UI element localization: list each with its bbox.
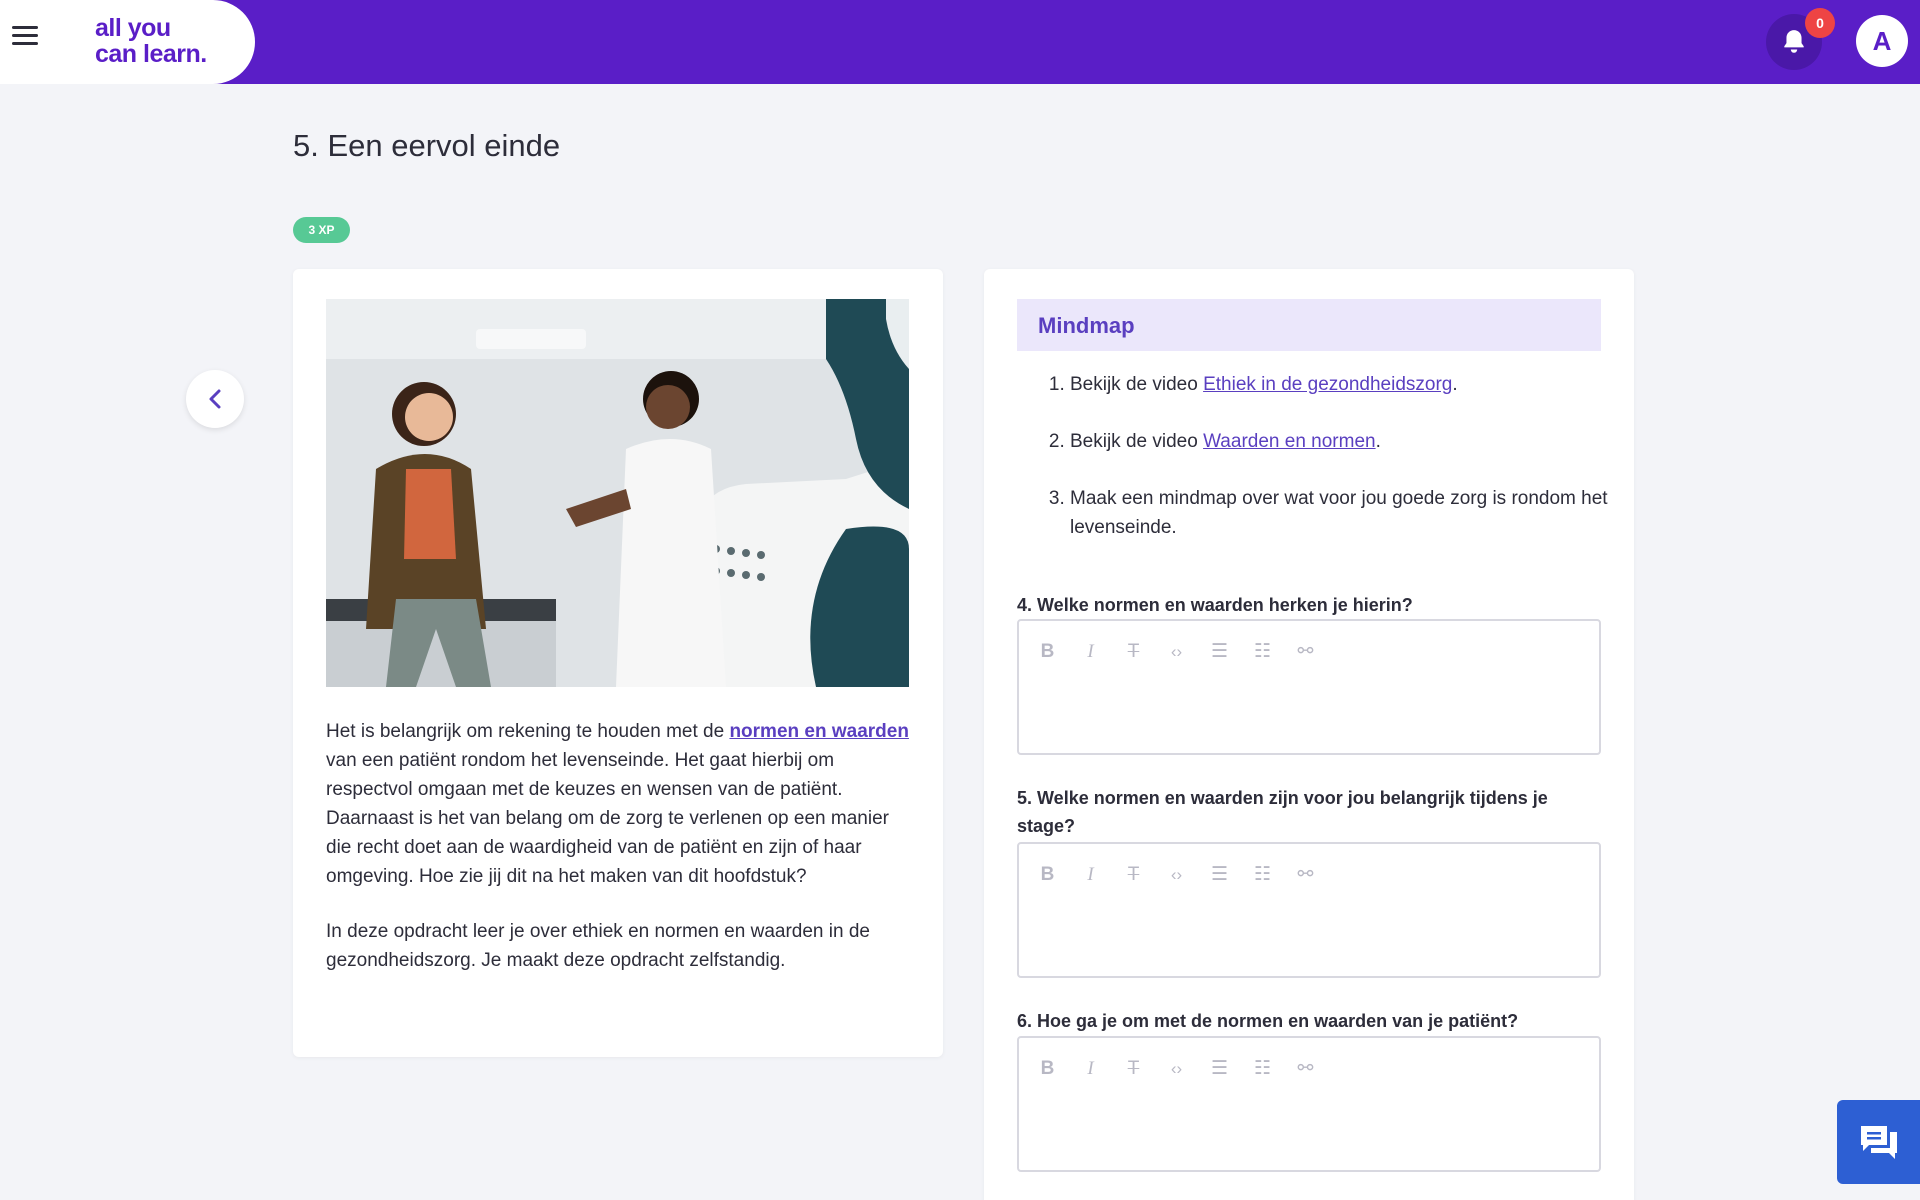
strikethrough-icon[interactable]: T	[1121, 1056, 1146, 1081]
editor-toolbar: B I T ‹› ☰ ☷ ⚯	[1035, 1056, 1318, 1081]
link-icon[interactable]: ⚯	[1293, 639, 1318, 664]
assignment-card: Mindmap Bekijk de video Ethiek in de gez…	[984, 269, 1634, 1200]
logo-line-2: can learn.	[95, 40, 207, 68]
page-title: 5. Een eervol einde	[293, 128, 561, 163]
hamburger-menu-icon[interactable]	[12, 26, 38, 50]
lesson-paragraph-2: In deze opdracht leer je over ethiek en …	[326, 921, 870, 971]
question-4-label: 4. Welke normen en waarden herken je hie…	[1017, 595, 1413, 615]
link-icon[interactable]: ⚯	[1293, 1056, 1318, 1081]
link-icon[interactable]: ⚯	[1293, 862, 1318, 887]
values-norms-video-link[interactable]: Waarden en normen	[1203, 431, 1376, 452]
bold-icon[interactable]: B	[1035, 639, 1060, 664]
task-item: Bekijk de video Ethiek in de gezondheids…	[1070, 370, 1610, 399]
notification-count-badge: 0	[1805, 8, 1835, 38]
chat-button[interactable]	[1837, 1100, 1920, 1184]
logo-container: all you can learn.	[0, 0, 255, 84]
logo-line-1: all you	[95, 14, 171, 42]
xp-badge: 3 XP	[293, 217, 350, 243]
norms-values-link[interactable]: normen en waarden	[729, 721, 909, 742]
code-icon[interactable]: ‹›	[1164, 1056, 1189, 1081]
numbered-list-icon[interactable]: ☷	[1250, 1056, 1275, 1081]
lesson-content-card: Het is belangrijk om rekening te houden …	[293, 269, 943, 1057]
question-4-editor[interactable]: B I T ‹› ☰ ☷ ⚯	[1017, 619, 1601, 755]
ethics-video-link[interactable]: Ethiek in de gezondheidszorg	[1203, 374, 1452, 395]
previous-button[interactable]	[186, 370, 244, 428]
lesson-paragraph-1: Het is belangrijk om rekening te houden …	[326, 721, 909, 887]
question-5-label: 5. Welke normen en waarden zijn voor jou…	[1017, 788, 1548, 836]
bullet-list-icon[interactable]: ☰	[1207, 862, 1232, 887]
user-avatar[interactable]: A	[1856, 15, 1908, 67]
numbered-list-icon[interactable]: ☷	[1250, 862, 1275, 887]
strikethrough-icon[interactable]: T	[1121, 862, 1146, 887]
lesson-text: Het is belangrijk om rekening te houden …	[326, 717, 916, 1001]
bold-icon[interactable]: B	[1035, 862, 1060, 887]
italic-icon[interactable]: I	[1078, 639, 1103, 664]
chevron-left-icon	[209, 389, 221, 409]
mindmap-heading: Mindmap	[1017, 299, 1601, 351]
lesson-photo	[326, 299, 909, 687]
task-item: Maak een mindmap over wat voor jou goede…	[1070, 484, 1610, 542]
question-6-label: 6. Hoe ga je om met de normen en waarden…	[1017, 1011, 1519, 1031]
code-icon[interactable]: ‹›	[1164, 639, 1189, 664]
code-icon[interactable]: ‹›	[1164, 862, 1189, 887]
bell-icon	[1784, 30, 1804, 53]
question-6-editor[interactable]: B I T ‹› ☰ ☷ ⚯	[1017, 1036, 1601, 1172]
editor-toolbar: B I T ‹› ☰ ☷ ⚯	[1035, 639, 1318, 664]
editor-toolbar: B I T ‹› ☰ ☷ ⚯	[1035, 862, 1318, 887]
bullet-list-icon[interactable]: ☰	[1207, 1056, 1232, 1081]
italic-icon[interactable]: I	[1078, 862, 1103, 887]
strikethrough-icon[interactable]: T	[1121, 639, 1146, 664]
bold-icon[interactable]: B	[1035, 1056, 1060, 1081]
logo[interactable]: all you can learn.	[95, 15, 207, 67]
numbered-list-icon[interactable]: ☷	[1250, 639, 1275, 664]
task-item: Bekijk de video Waarden en normen.	[1070, 427, 1610, 456]
top-bar: all you can learn. 0 A	[0, 0, 1920, 84]
task-list: Bekijk de video Ethiek in de gezondheids…	[1070, 370, 1610, 570]
bullet-list-icon[interactable]: ☰	[1207, 639, 1232, 664]
chat-icon	[1860, 1126, 1897, 1159]
italic-icon[interactable]: I	[1078, 1056, 1103, 1081]
question-5-editor[interactable]: B I T ‹› ☰ ☷ ⚯	[1017, 842, 1601, 978]
